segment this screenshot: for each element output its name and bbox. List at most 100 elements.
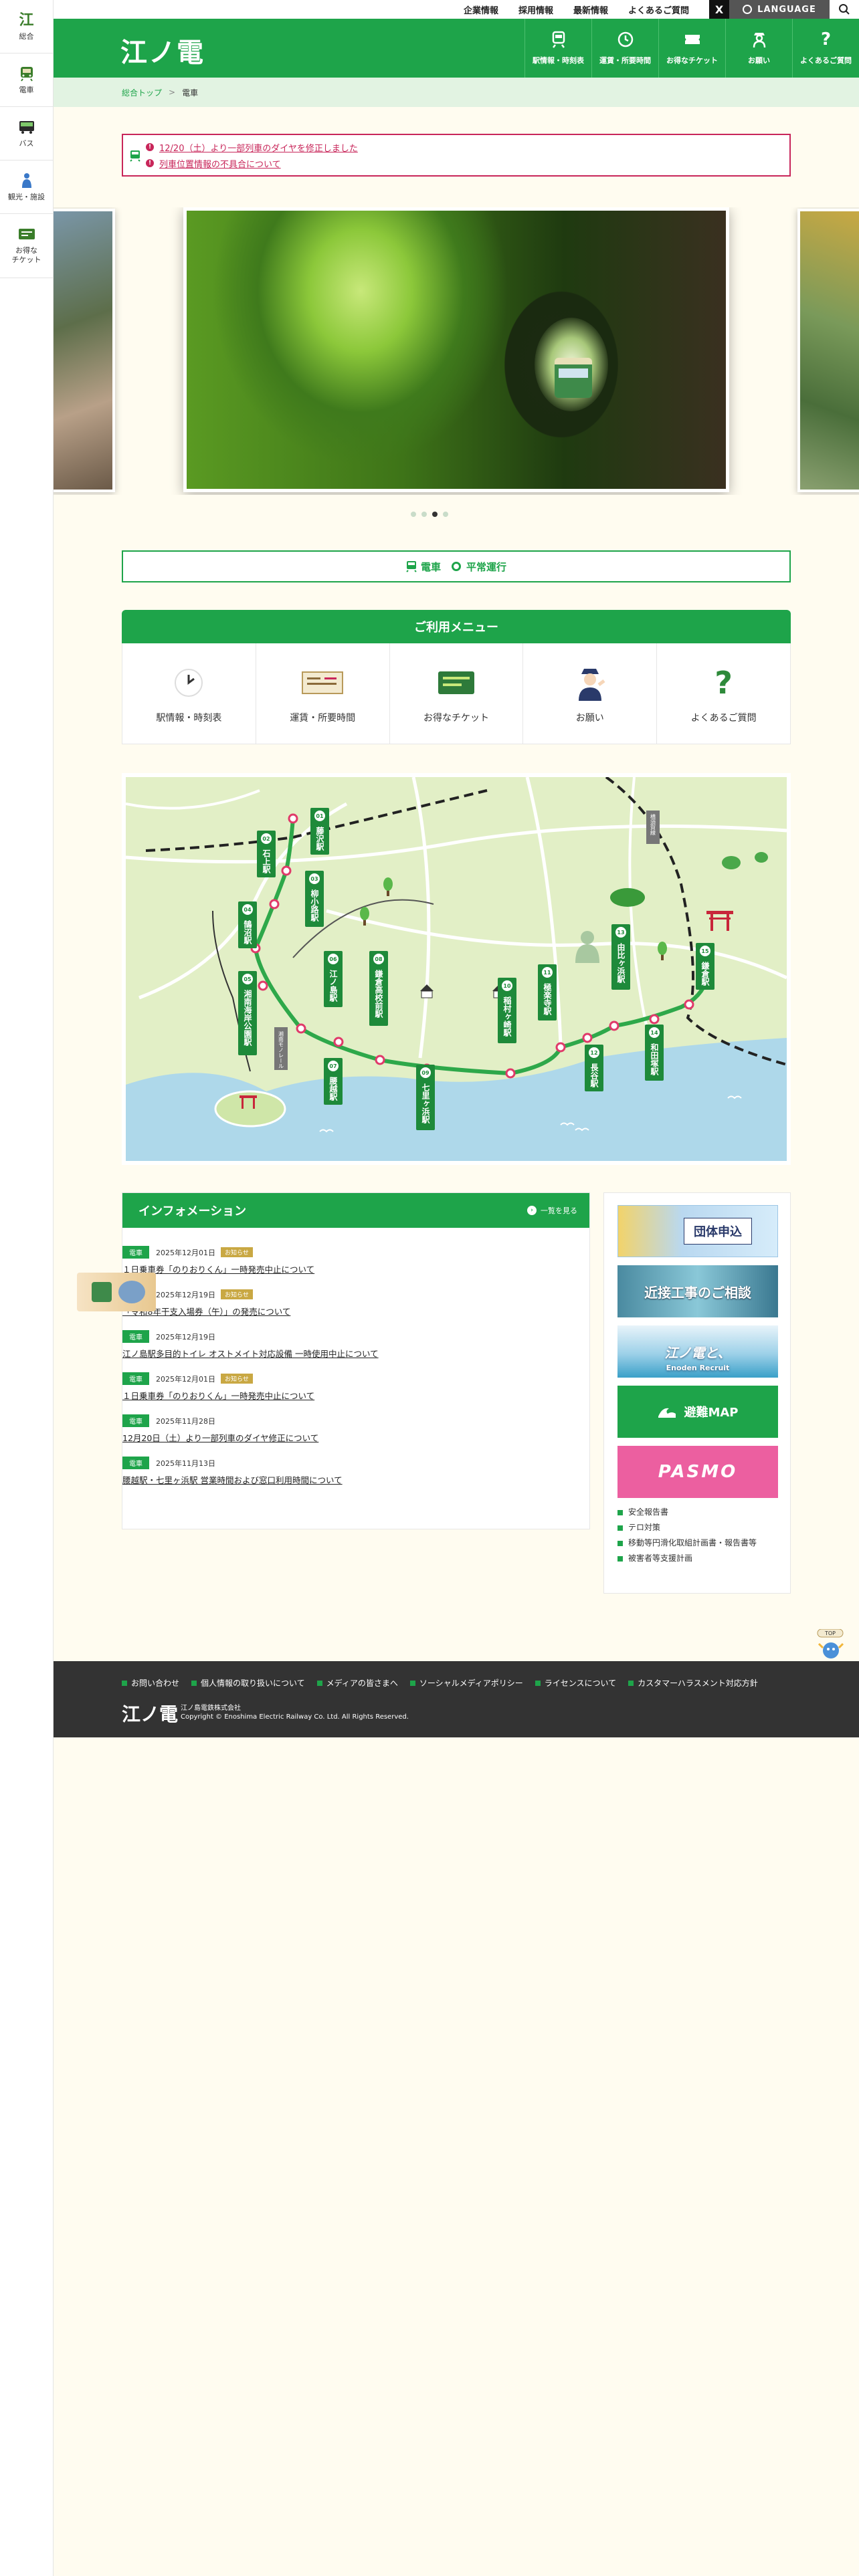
news-title: 12月20日（土）より一部列車のダイヤ修正について [122, 1433, 319, 1443]
footer-logo[interactable]: 江ノ電 [122, 1700, 178, 1727]
footer: お問い合わせ 個人情報の取り扱いについて メディアの皆さまへ ソーシャルメディア… [54, 1661, 859, 1737]
station-dot[interactable] [582, 1033, 593, 1043]
nearby-construction-banner[interactable]: 近接工事のご相談 [617, 1265, 778, 1317]
monorail-label: 湘南モノレール [274, 1027, 288, 1070]
group-application-banner[interactable]: 団体申込 [617, 1205, 778, 1257]
station-dot[interactable] [288, 813, 298, 824]
station-label[interactable]: 04 鵠沼駅 [238, 901, 257, 948]
station-label[interactable]: 07 腰越駅 [324, 1058, 343, 1105]
carousel-dot[interactable] [421, 512, 427, 517]
station-dot[interactable] [269, 899, 280, 909]
carousel-dot[interactable] [443, 512, 448, 517]
status-normal-icon [452, 562, 461, 571]
footer-link-media[interactable]: メディアの皆さまへ [316, 1677, 398, 1689]
news-item[interactable]: 電車 2025年12月19日 江ノ島駅多目的トイレ オストメイト対応設備 一時使用… [122, 1330, 589, 1360]
route-map[interactable]: 湘南モノレール 横須賀線 01 藤沢駅 02 石上駅 03 柳小路駅 04 鵠沼駅 05 湘南海岸… [122, 773, 791, 1165]
alert-icon: ! [146, 143, 154, 151]
status-state: 平常運行 [466, 560, 507, 573]
station-dot[interactable] [333, 1037, 344, 1047]
recruit-banner[interactable]: 江ノ電と、 Enoden Recruit [617, 1325, 778, 1378]
station-dot[interactable] [684, 999, 694, 1010]
breadcrumb-separator: > [169, 88, 176, 97]
station-label[interactable]: 14 和田塚駅 [645, 1025, 664, 1081]
util-link-faq[interactable]: よくあるご質問 [628, 3, 689, 16]
station-dot[interactable] [555, 1042, 566, 1053]
carousel-dot[interactable] [411, 512, 416, 517]
notice-item[interactable]: ! 12/20（土）より一部列車のダイヤを修正しました [146, 139, 783, 155]
gnav-item-fares[interactable]: 運賃・所要時間 [591, 19, 658, 78]
station-dot[interactable] [296, 1023, 306, 1034]
side-nav-item-general[interactable]: 江 総合 [0, 0, 53, 53]
news-item[interactable]: 電車 2025年11月28日 12月20日（土）より一部列車のダイヤ修正について [122, 1414, 589, 1444]
news-item[interactable]: 電車2025年12月19日お知らせ 「令和8年干支入場券（午）」の発売について [77, 1273, 589, 1317]
news-badge: お知らせ [221, 1374, 253, 1384]
side-link-terror[interactable]: テロ対策 [617, 1523, 777, 1533]
news-thumbnail [77, 1273, 156, 1311]
side-nav-item-bus[interactable]: バス [0, 107, 53, 160]
gnav-item-requests[interactable]: お願い [725, 19, 792, 78]
station-label[interactable]: 11 極楽寺駅 [538, 964, 557, 1021]
side-nav-item-train[interactable]: 電車 [0, 53, 53, 107]
menu-item-tickets[interactable]: お得なチケット [390, 643, 524, 744]
station-name: 由比ヶ浜駅 [616, 942, 626, 984]
footer-link-contact[interactable]: お問い合わせ [122, 1677, 179, 1689]
station-label[interactable]: 06 江ノ島駅 [324, 951, 343, 1007]
station-label[interactable]: 02 石上駅 [257, 831, 276, 877]
station-label[interactable]: 12 長谷駅 [585, 1045, 603, 1091]
util-link-company[interactable]: 企業情報 [464, 3, 498, 16]
carousel-slide-next[interactable] [797, 209, 859, 492]
footer-link-privacy[interactable]: 個人情報の取り扱いについて [191, 1677, 305, 1689]
pasmo-banner[interactable]: PASMO [617, 1446, 778, 1498]
gnav-item-stations[interactable]: 駅情報・時刻表 [524, 19, 591, 78]
station-label[interactable]: 03 柳小路駅 [305, 871, 324, 927]
news-item[interactable]: 電車 2025年11月13日 腰越駅・七里ヶ浜駅 営業時間および窓口利用時間につい… [122, 1457, 589, 1486]
station-label[interactable]: 13 由比ヶ浜駅 [611, 924, 630, 990]
carousel-dot-active[interactable] [432, 512, 438, 517]
gnav-item-tickets[interactable]: お得なチケット [658, 19, 725, 78]
util-link-news[interactable]: 最新情報 [573, 3, 608, 16]
main-header: 江ノ電 駅情報・時刻表 運賃・所要時間 お得なチケット お願い ? よくあるご質… [54, 19, 859, 78]
back-to-top-mascot[interactable]: TOP [809, 1628, 852, 1658]
news-item[interactable]: 電車 2025年12月01日 お知らせ １日乗車券「のりおりくん」一時発売中止につい… [122, 1246, 589, 1275]
gnav-item-faq[interactable]: ? よくあるご質問 [792, 19, 859, 78]
menu-item-faq[interactable]: ? よくあるご質問 [657, 643, 790, 744]
site-logo[interactable]: 江ノ電 [120, 31, 205, 70]
station-dot[interactable] [649, 1014, 660, 1025]
breadcrumb-home[interactable]: 総合トップ [122, 87, 162, 98]
language-button[interactable]: LANGUAGE [729, 0, 830, 19]
util-link-recruit[interactable]: 採用情報 [518, 3, 553, 16]
footer-link-social-policy[interactable]: ソーシャルメディアポリシー [409, 1677, 523, 1689]
side-link-victim-support[interactable]: 被害者等支援計画 [617, 1553, 777, 1564]
side-link-accessibility[interactable]: 移動等円滑化取組計画書・報告書等 [617, 1538, 777, 1548]
station-dot[interactable] [258, 980, 268, 991]
station-label[interactable]: 01 藤沢駅 [310, 808, 329, 855]
notice-item[interactable]: ! 列車位置情報の不具合について [146, 155, 783, 171]
side-link-safety-report[interactable]: 安全報告書 [617, 1507, 777, 1517]
menu-item-fares[interactable]: 運賃・所要時間 [256, 643, 390, 744]
view-all-link[interactable]: › 一覧を見る [527, 1205, 577, 1216]
menu-item-requests[interactable]: お願い [523, 643, 658, 744]
news-item[interactable]: 電車 2025年12月01日 お知らせ １日乗車券「のりおりくん」一時発売中止につい… [122, 1372, 589, 1402]
evacuation-map-banner[interactable]: 避難MAP [617, 1386, 778, 1438]
station-label[interactable]: 10 稲村ヶ崎駅 [498, 978, 516, 1043]
side-nav-item-tickets[interactable]: お得な チケット [0, 214, 53, 278]
station-label[interactable]: 05 湘南海岸公園駅 [238, 971, 257, 1055]
station-dot[interactable] [281, 865, 292, 876]
globe-icon [743, 5, 753, 14]
side-nav-item-sightseeing[interactable]: 観光・施設 [0, 160, 53, 214]
footer-link-harassment[interactable]: カスタマーハラスメント対応方針 [628, 1677, 758, 1689]
station-label[interactable]: 15 鎌倉駅 [696, 943, 714, 990]
carousel-slide-active[interactable] [183, 207, 729, 492]
station-dot[interactable] [375, 1055, 385, 1065]
station-dot[interactable] [505, 1068, 516, 1079]
x-social-button[interactable]: X [709, 0, 729, 19]
station-label[interactable]: 09 七里ヶ浜駅 [416, 1065, 435, 1130]
menu-item-stations[interactable]: 駅情報・時刻表 [122, 643, 256, 744]
station-label[interactable]: 08 鎌倉高校前駅 [369, 951, 388, 1026]
footer-link-license[interactable]: ライセンスについて [535, 1677, 616, 1689]
station-dot[interactable] [609, 1021, 619, 1031]
search-button[interactable] [830, 0, 859, 19]
carousel-slide-prev[interactable] [54, 209, 115, 492]
search-icon [839, 4, 850, 15]
utility-bar: 企業情報 採用情報 最新情報 よくあるご質問 X LANGUAGE [54, 0, 859, 19]
